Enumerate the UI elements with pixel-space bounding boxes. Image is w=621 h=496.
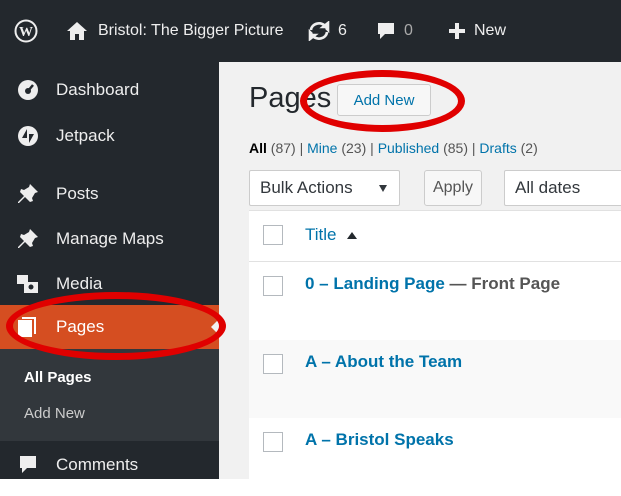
sidebar-item-dashboard[interactable]: Dashboard xyxy=(0,72,219,108)
filter-published-count: (85) xyxy=(443,140,468,156)
sidebar-item-label: Pages xyxy=(56,317,105,336)
sidebar-item-manage-maps[interactable]: Manage Maps xyxy=(0,221,219,257)
pages-submenu: All Pages Add New xyxy=(0,349,219,441)
row-title: 0 – Landing Page — Front Page xyxy=(305,274,560,294)
sidebar-item-label: Jetpack xyxy=(56,126,115,145)
comments-link[interactable]: 0 xyxy=(376,0,413,62)
new-label: New xyxy=(474,22,507,39)
plus-icon xyxy=(448,22,466,40)
admin-bar: W Bristol: The Bigger Picture 6 0 New xyxy=(0,0,621,62)
row-checkbox[interactable] xyxy=(263,276,283,296)
submenu-all-pages[interactable]: All Pages xyxy=(24,369,92,386)
dashboard-icon xyxy=(14,79,42,101)
sidebar-item-media[interactable]: Media xyxy=(0,266,219,302)
filter-drafts[interactable]: Drafts xyxy=(479,140,516,156)
sort-ascending-icon xyxy=(347,232,358,240)
row-title-link[interactable]: A – Bristol Speaks xyxy=(305,430,454,449)
filter-all-count: (87) xyxy=(270,140,296,156)
page-title: Pages xyxy=(249,82,332,114)
dropdown-arrow-icon xyxy=(379,185,387,192)
site-name: Bristol: The Bigger Picture xyxy=(98,22,284,39)
separator: | xyxy=(471,140,476,156)
bulk-actions-select[interactable]: Bulk Actions xyxy=(249,170,400,206)
filter-mine-count: (23) xyxy=(341,140,367,156)
bulk-actions-value: Bulk Actions xyxy=(260,178,353,197)
select-all-checkbox[interactable] xyxy=(263,225,283,245)
table-header: Title xyxy=(249,211,621,262)
sidebar-item-comments[interactable]: Comments xyxy=(0,447,219,483)
row-post-state: — Front Page xyxy=(449,274,561,293)
sidebar-item-label: Dashboard xyxy=(56,80,140,99)
row-checkbox[interactable] xyxy=(263,432,283,452)
date-filter-select[interactable]: All dates xyxy=(504,170,621,206)
filter-drafts-count: (2) xyxy=(520,140,538,156)
media-icon xyxy=(14,273,42,295)
add-new-button[interactable]: Add New xyxy=(337,84,431,116)
table-row: A – Bristol Speaks xyxy=(249,418,621,496)
svg-text:W: W xyxy=(19,25,33,40)
sidebar-item-label: Comments xyxy=(56,455,139,474)
apply-button[interactable]: Apply xyxy=(424,170,482,206)
separator: | xyxy=(370,140,374,156)
row-title-link[interactable]: 0 – Landing Page xyxy=(305,274,445,293)
title-column-header[interactable]: Title xyxy=(305,225,358,245)
sidebar-item-label: Media xyxy=(56,274,103,293)
comments-count: 0 xyxy=(404,22,413,39)
updates-icon xyxy=(308,21,330,41)
date-filter-value: All dates xyxy=(515,178,581,197)
jetpack-icon xyxy=(14,125,42,147)
admin-sidebar: Dashboard Jetpack Posts Manage Maps Medi… xyxy=(0,62,219,479)
new-content-link[interactable]: New xyxy=(448,0,506,62)
pin-icon xyxy=(14,227,42,251)
sidebar-item-label: Posts xyxy=(56,184,99,203)
pin-icon xyxy=(14,182,42,206)
sidebar-item-label: Manage Maps xyxy=(56,229,164,248)
home-icon xyxy=(66,21,88,41)
filter-mine[interactable]: Mine xyxy=(307,140,337,156)
pages-icon xyxy=(14,315,42,339)
sidebar-item-jetpack[interactable]: Jetpack xyxy=(0,118,219,154)
row-title: A – Bristol Speaks xyxy=(305,430,454,450)
table-row: A – About the Team xyxy=(249,340,621,418)
main-content: Pages Add New All (87) | Mine (23) | Pub… xyxy=(219,62,621,480)
comment-icon xyxy=(14,454,42,476)
current-menu-arrow xyxy=(211,319,219,335)
filter-published[interactable]: Published xyxy=(378,140,440,156)
status-filters: All (87) | Mine (23) | Published (85) | … xyxy=(249,140,538,156)
table-row: 0 – Landing Page — Front Page xyxy=(249,262,621,340)
site-name-link[interactable]: Bristol: The Bigger Picture xyxy=(66,0,284,62)
row-checkbox[interactable] xyxy=(263,354,283,374)
filter-all[interactable]: All xyxy=(249,140,267,156)
updates-link[interactable]: 6 xyxy=(308,0,347,62)
row-title-link[interactable]: A – About the Team xyxy=(305,352,462,371)
submenu-add-new[interactable]: Add New xyxy=(24,405,85,422)
separator: | xyxy=(299,140,304,156)
comment-icon xyxy=(376,21,396,41)
sidebar-item-pages[interactable]: Pages xyxy=(0,305,219,349)
row-title: A – About the Team xyxy=(305,352,462,372)
title-column-label: Title xyxy=(305,225,337,244)
wordpress-logo-icon[interactable]: W xyxy=(14,0,38,62)
updates-count: 6 xyxy=(338,22,347,39)
sidebar-item-posts[interactable]: Posts xyxy=(0,176,219,212)
pages-table: Title 0 – Landing Page — Front Page A – … xyxy=(249,210,621,480)
